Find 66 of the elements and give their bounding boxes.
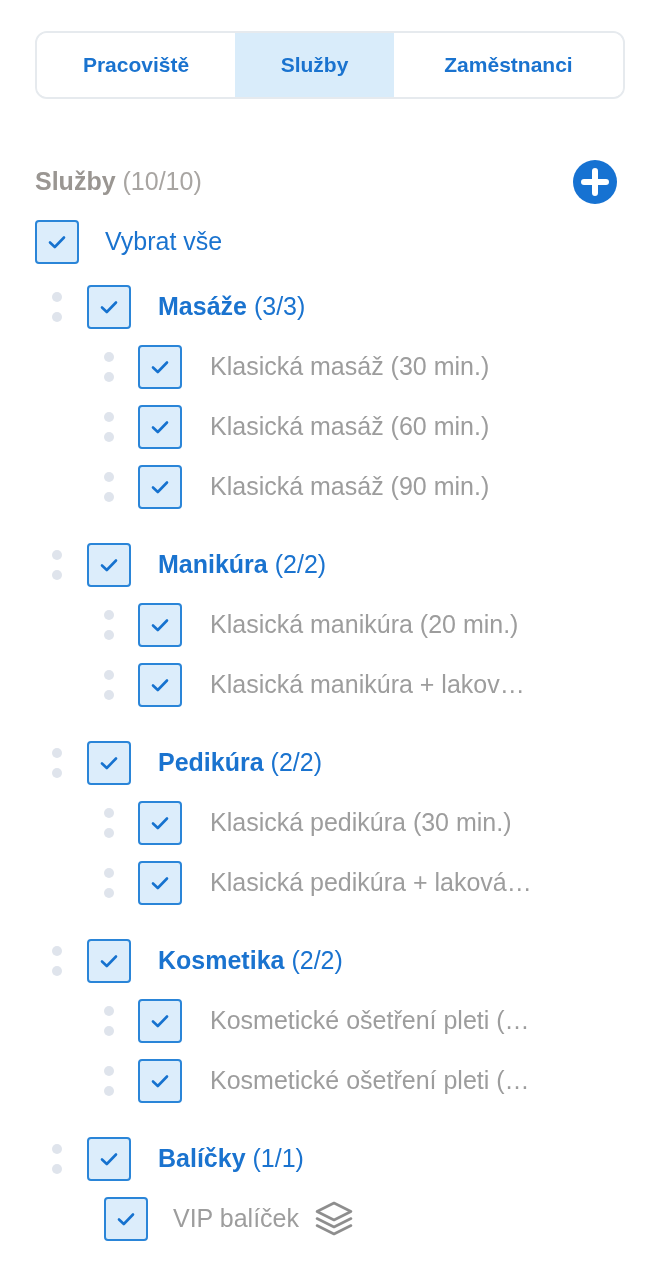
- checkbox[interactable]: [138, 1059, 182, 1103]
- check-icon: [151, 480, 169, 494]
- package-label: VIP balíček: [173, 1203, 299, 1235]
- drag-handle-icon[interactable]: [104, 1006, 114, 1036]
- checkbox[interactable]: [138, 603, 182, 647]
- select-all-label: Vybrat vše: [105, 226, 223, 258]
- checkbox[interactable]: [87, 1137, 131, 1181]
- check-icon: [100, 1152, 118, 1166]
- layers-icon: [315, 1201, 353, 1237]
- drag-handle-icon[interactable]: [104, 610, 114, 640]
- checkbox[interactable]: [87, 543, 131, 587]
- drag-handle-icon[interactable]: [104, 808, 114, 838]
- service-label: Klasická masáž (90 min.): [210, 471, 490, 503]
- check-icon: [117, 1212, 135, 1226]
- checkbox[interactable]: [138, 999, 182, 1043]
- checkbox[interactable]: [138, 801, 182, 845]
- drag-handle-icon[interactable]: [104, 868, 114, 898]
- tab[interactable]: Služby: [235, 33, 394, 97]
- checkbox[interactable]: [87, 285, 131, 329]
- checkbox[interactable]: [138, 861, 182, 905]
- checkbox[interactable]: [138, 345, 182, 389]
- check-icon: [151, 678, 169, 692]
- drag-handle-icon[interactable]: [104, 412, 114, 442]
- service-label: Kosmetické ošetření pleti (…: [210, 1005, 530, 1037]
- service-label: Klasická masáž (60 min.): [210, 411, 490, 443]
- check-icon: [151, 876, 169, 890]
- group-label: Pedikúra (2/2): [158, 747, 322, 779]
- checkbox[interactable]: [87, 741, 131, 785]
- service-label: Klasická pedikúra + laková…: [210, 867, 532, 899]
- check-icon: [100, 954, 118, 968]
- checkbox[interactable]: [87, 939, 131, 983]
- check-icon: [151, 816, 169, 830]
- checkbox[interactable]: [138, 663, 182, 707]
- check-icon: [100, 756, 118, 770]
- drag-handle-icon[interactable]: [52, 1144, 62, 1174]
- drag-handle-icon[interactable]: [52, 292, 62, 322]
- service-label: Klasická manikúra + lakov…: [210, 669, 525, 701]
- drag-handle-icon[interactable]: [104, 670, 114, 700]
- check-icon: [151, 360, 169, 374]
- service-label: Klasická pedikúra (30 min.): [210, 807, 512, 839]
- drag-handle-icon[interactable]: [52, 550, 62, 580]
- group-label: Manikúra (2/2): [158, 549, 327, 581]
- section-title: Služby (10/10): [35, 166, 202, 198]
- service-label: Klasická manikúra (20 min.): [210, 609, 519, 641]
- checkbox[interactable]: [138, 405, 182, 449]
- drag-handle-icon[interactable]: [104, 352, 114, 382]
- check-icon: [151, 1074, 169, 1088]
- drag-handle-icon[interactable]: [52, 748, 62, 778]
- service-label: Kosmetické ošetření pleti (…: [210, 1065, 530, 1097]
- check-icon: [100, 558, 118, 572]
- checkbox[interactable]: [138, 465, 182, 509]
- check-icon: [151, 1014, 169, 1028]
- drag-handle-icon[interactable]: [52, 946, 62, 976]
- checkbox[interactable]: [104, 1197, 148, 1241]
- checkbox[interactable]: [35, 220, 79, 264]
- add-icon[interactable]: [573, 160, 617, 204]
- check-icon: [100, 300, 118, 314]
- service-label: Klasická masáž (30 min.): [210, 351, 490, 383]
- check-icon: [151, 420, 169, 434]
- check-icon: [48, 235, 66, 249]
- group-label: Balíčky (1/1): [158, 1143, 304, 1175]
- drag-handle-icon[interactable]: [104, 472, 114, 502]
- group-label: Masáže (3/3): [158, 291, 306, 323]
- group-label: Kosmetika (2/2): [158, 945, 343, 977]
- drag-handle-icon[interactable]: [104, 1066, 114, 1096]
- check-icon: [151, 618, 169, 632]
